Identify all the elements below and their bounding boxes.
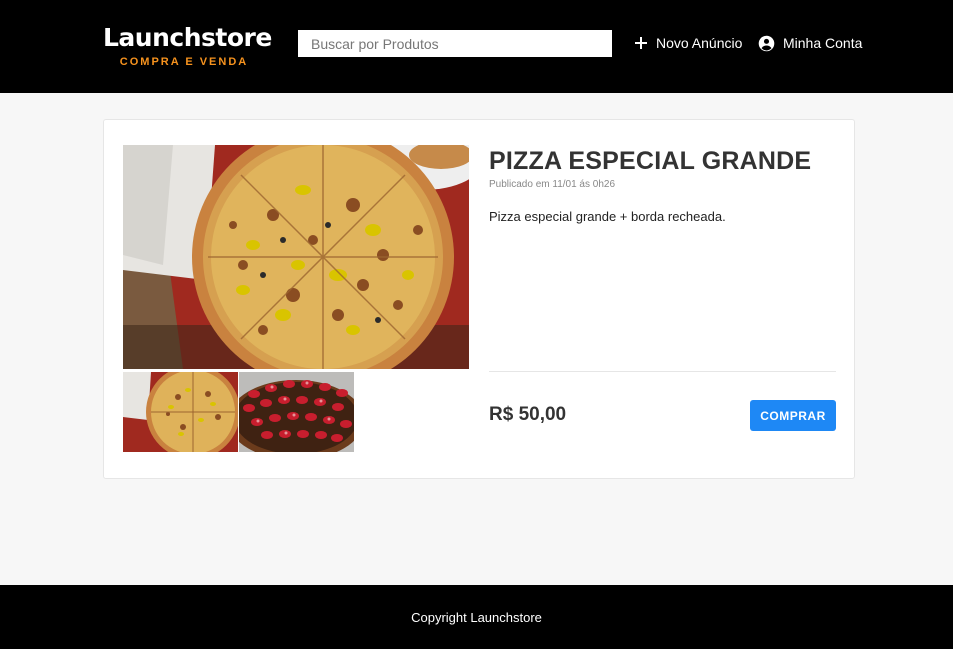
product-title: PIZZA ESPECIAL GRANDE	[489, 147, 812, 175]
page-footer: Copyright Launchstore	[0, 585, 953, 649]
divider	[489, 371, 836, 372]
search-input[interactable]	[298, 30, 612, 57]
buy-button[interactable]: COMPRAR	[750, 400, 836, 431]
top-header: Launchstore COMPRA E VENDA Novo Anúncio …	[0, 0, 953, 93]
logo-name: Launchstore	[103, 23, 272, 52]
published-date: Publicado em 11/01 ás 0h26	[489, 179, 616, 190]
plus-icon	[634, 36, 648, 50]
logo-tagline: COMPRA E VENDA	[119, 56, 249, 68]
strawberry-tart-photo	[239, 372, 354, 452]
product-card: PIZZA ESPECIAL GRANDE Publicado em 11/01…	[103, 119, 855, 479]
my-account-label: Minha Conta	[783, 35, 863, 51]
product-price: R$ 50,00	[489, 404, 567, 425]
new-ad-label: Novo Anúncio	[656, 35, 743, 51]
product-main-photo[interactable]	[123, 145, 469, 369]
product-details: PIZZA ESPECIAL GRANDE Publicado em 11/01…	[489, 145, 836, 455]
copyright-text: Copyright Launchstore	[411, 609, 542, 625]
pizza-thumbnail-photo	[123, 372, 238, 452]
product-thumbnail[interactable]	[239, 372, 354, 452]
product-thumbnail[interactable]	[123, 372, 238, 452]
new-ad-link[interactable]: Novo Anúncio	[634, 33, 742, 53]
account-circle-icon	[758, 35, 775, 52]
my-account-link[interactable]: Minha Conta	[758, 33, 862, 53]
pizza-photo	[123, 145, 469, 369]
product-description: Pizza especial grande + borda recheada.	[489, 209, 726, 224]
logo[interactable]: Launchstore COMPRA E VENDA	[103, 22, 272, 69]
